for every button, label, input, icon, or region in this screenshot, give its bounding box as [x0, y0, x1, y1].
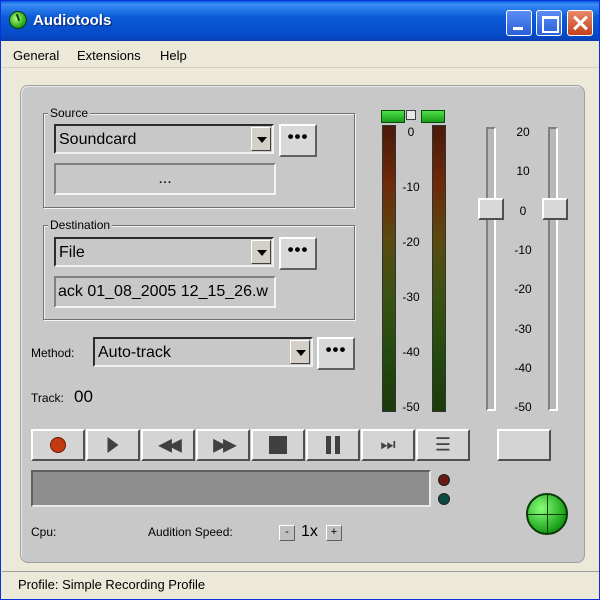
- maximize-button[interactable]: [536, 10, 562, 36]
- skip-to-end-icon: ⏭: [380, 435, 396, 454]
- app-window: Audiotools General Extensions Help Sourc…: [0, 0, 600, 600]
- destination-select-value: File: [59, 244, 85, 261]
- list-icon: ☰: [434, 434, 452, 455]
- menu-general[interactable]: General: [13, 48, 59, 63]
- pause-icon: [326, 436, 340, 454]
- audition-speed-increase-button[interactable]: +: [326, 525, 342, 541]
- fast-forward-icon: ▶▶: [213, 434, 237, 455]
- title-bar[interactable]: Audiotools: [1, 1, 599, 41]
- method-select[interactable]: Auto-track: [93, 337, 313, 367]
- slider-scale-label: -10: [514, 243, 532, 257]
- minimize-button[interactable]: [506, 10, 532, 36]
- meter-scale-label: -20: [402, 235, 420, 249]
- chevron-down-icon[interactable]: [290, 340, 310, 364]
- method-options-button[interactable]: •••: [317, 337, 355, 370]
- fast-forward-button[interactable]: ▶▶: [196, 429, 250, 461]
- record-icon: [50, 437, 66, 453]
- track-label: Track:: [31, 391, 64, 405]
- menu-extensions[interactable]: Extensions: [77, 48, 141, 63]
- audition-speed-decrease-button[interactable]: -: [279, 525, 295, 541]
- meter-scale-label: -30: [402, 290, 420, 304]
- level-meter-left: [382, 125, 396, 412]
- source-options-button[interactable]: •••: [279, 124, 317, 157]
- activity-indicator-led: [438, 493, 450, 505]
- audition-speed-value: 1x: [301, 523, 318, 540]
- stop-icon: [269, 436, 287, 454]
- destination-filename-field[interactable]: ack 01_08_2005 12_15_26.w: [54, 276, 276, 308]
- rewind-button[interactable]: ◀◀: [141, 429, 195, 461]
- recording-progress-display: [31, 470, 431, 507]
- pause-button[interactable]: [306, 429, 360, 461]
- destination-select[interactable]: File: [54, 237, 274, 267]
- volume-slider-right-thumb[interactable]: [542, 198, 568, 220]
- meter-right-peak: [421, 110, 445, 123]
- volume-slider-left-track[interactable]: [486, 127, 496, 411]
- cpu-label: Cpu:: [31, 525, 57, 539]
- method-label: Method:: [31, 346, 75, 360]
- chevron-down-icon[interactable]: [251, 240, 271, 264]
- volume-slider-right-track[interactable]: [548, 127, 558, 411]
- source-detail-field[interactable]: ...: [54, 163, 276, 195]
- destination-options-button[interactable]: •••: [279, 237, 317, 270]
- slider-scale-label: -40: [514, 361, 532, 375]
- slider-scale-label: 20: [516, 125, 530, 139]
- chevron-down-icon[interactable]: [251, 127, 271, 151]
- meter-scale-label: 0: [407, 125, 415, 139]
- audiotools-radar-logo-icon: [526, 493, 568, 535]
- play-icon: [107, 437, 119, 453]
- skip-to-end-button[interactable]: ⏭: [361, 429, 415, 461]
- stop-button[interactable]: [251, 429, 305, 461]
- status-profile-text: Profile: Simple Recording Profile: [18, 577, 206, 592]
- playlist-button[interactable]: ☰: [416, 429, 470, 461]
- menu-help[interactable]: Help: [160, 48, 187, 63]
- blank-action-button[interactable]: [497, 429, 551, 461]
- source-group-label: Source: [48, 106, 91, 120]
- audiotools-logo-icon: [9, 11, 27, 29]
- meter-scale-label: -40: [402, 345, 420, 359]
- volume-slider-left-thumb[interactable]: [478, 198, 504, 220]
- record-button[interactable]: [31, 429, 85, 461]
- slider-scale-label: 0: [519, 204, 527, 218]
- slider-scale-label: 10: [516, 164, 530, 178]
- level-meter-right: [432, 125, 446, 412]
- slider-scale-label: -50: [514, 400, 532, 414]
- play-button[interactable]: [86, 429, 140, 461]
- method-select-value: Auto-track: [98, 344, 171, 361]
- meter-scale-label: -50: [402, 400, 420, 414]
- status-bar: Profile: Simple Recording Profile: [2, 571, 599, 599]
- meter-link-toggle[interactable]: [406, 110, 416, 120]
- slider-scale-label: -30: [514, 322, 532, 336]
- source-select-value: Soundcard: [59, 131, 137, 148]
- audition-speed-label: Audition Speed:: [148, 525, 233, 539]
- menu-bar: General Extensions Help: [2, 42, 599, 68]
- close-button[interactable]: [567, 10, 593, 36]
- track-value: 00: [74, 387, 93, 406]
- meter-scale-label: -10: [402, 180, 420, 194]
- rewind-icon: ◀◀: [158, 434, 182, 455]
- source-select[interactable]: Soundcard: [54, 124, 274, 154]
- destination-group-label: Destination: [48, 218, 113, 232]
- window-title: Audiotools: [33, 12, 112, 29]
- meter-left-peak: [381, 110, 405, 123]
- clip-indicator-led: [438, 474, 450, 486]
- slider-scale-label: -20: [514, 282, 532, 296]
